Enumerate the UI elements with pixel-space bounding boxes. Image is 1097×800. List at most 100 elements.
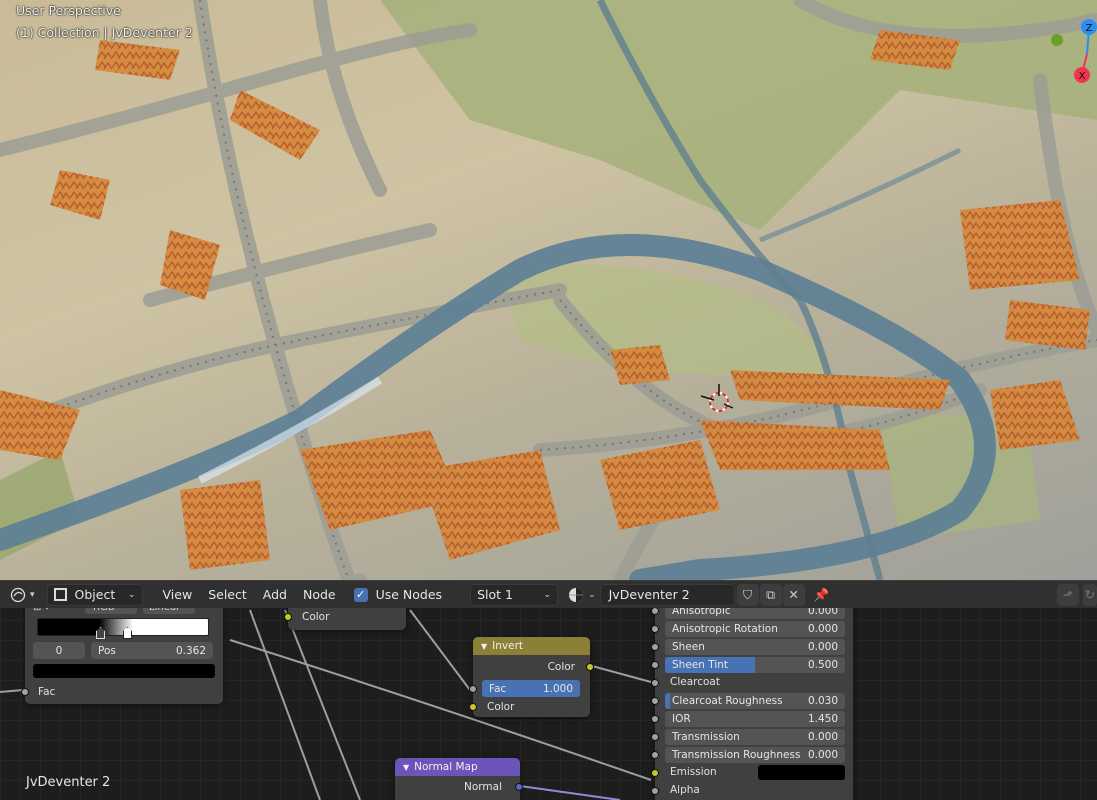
colorramp-pos-field[interactable]: Pos 0.362 — [91, 642, 213, 659]
node-editor-icon — [10, 587, 26, 602]
bsdf-emission-socket[interactable] — [651, 769, 659, 777]
bsdf-sheen-tint-field[interactable]: Sheen Tint 0.500 — [665, 657, 845, 673]
invert-color-label: Color — [487, 701, 515, 713]
invert-fac-field[interactable]: Fac 1.000 — [482, 680, 580, 697]
colorramp-pos-value: 0.362 — [175, 644, 206, 657]
colorramp-fac-label: Fac — [38, 686, 56, 698]
gizmo-y-dot[interactable] — [1045, 30, 1065, 50]
bsdf-sheen-tint-value: 0.500 — [807, 659, 838, 671]
invert-color-socket[interactable] — [469, 703, 477, 711]
bsdf-alpha-socket[interactable] — [651, 787, 659, 795]
slot-select-label: Slot 1 — [477, 587, 513, 602]
bsdf-anisotropic-socket[interactable] — [651, 607, 659, 615]
menu-view[interactable]: View — [155, 584, 201, 606]
3d-viewport[interactable]: User Perspective (1) Collection | JvDeve… — [0, 0, 1097, 580]
chevron-down-icon: ▾ — [30, 589, 35, 600]
shader-node-editor[interactable]: ⊞ ▾ RGB Linear 0 Pos 0.362 Fac Color ▼ I… — [0, 580, 1097, 800]
invert-color-row: Color — [473, 698, 590, 716]
material-browse-button[interactable]: ⌄ — [566, 584, 598, 606]
bsdf-ior-socket[interactable] — [651, 715, 659, 723]
invert-fac-value: 1.000 — [542, 682, 573, 695]
checkbox-checked-icon[interactable]: ✓ — [353, 587, 368, 602]
normal-map-node-title: Normal Map — [414, 761, 478, 773]
bsdf-clearcoat-label: Clearcoat — [670, 676, 720, 688]
colorramp-color-swatch[interactable] — [33, 664, 215, 678]
invert-output-socket[interactable] — [586, 663, 594, 671]
material-sphere-icon — [569, 587, 584, 602]
gizmo-x-label: X — [1079, 71, 1086, 82]
colorramp-fac-row: Fac — [25, 683, 223, 701]
invert-node-title: Invert — [492, 640, 524, 652]
invert-output-label: Color — [547, 661, 575, 673]
bsdf-clearcoat-socket[interactable] — [651, 679, 659, 687]
colorramp-fac-socket[interactable] — [21, 688, 29, 696]
normal-map-node-header[interactable]: ▼ Normal Map — [395, 758, 520, 776]
gizmo-z-label: Z — [1086, 23, 1093, 34]
material-name-field[interactable]: JvDeventer 2 — [599, 583, 735, 606]
viewport-perspective-label: User Perspective — [16, 3, 121, 18]
colorramp-pos-label: Pos — [98, 644, 116, 657]
normal-map-node[interactable]: ▼ Normal Map Normal — [395, 758, 523, 800]
bsdf-clearcoat-roughness-fill — [665, 693, 671, 709]
partial-node-color-socket[interactable] — [284, 613, 292, 621]
bsdf-transmission-roughness-field[interactable]: Transmission Roughness 0.000 — [665, 747, 845, 763]
bsdf-anisotropic-rotation-field[interactable]: Anisotropic Rotation 0.000 — [665, 621, 845, 637]
bsdf-clearcoat-roughness-label: Clearcoat Roughness — [672, 695, 783, 707]
bsdf-transmission-socket[interactable] — [651, 733, 659, 741]
bsdf-transmission-label: Transmission — [672, 731, 740, 743]
normal-map-output-row: Normal — [395, 778, 520, 796]
menu-node[interactable]: Node — [295, 584, 344, 606]
material-label: JvDeventer 2 — [26, 775, 111, 790]
node-editor-header: ▾ Object ⌄ View Select Add Node ✓ Use Nodes… — [0, 580, 1097, 608]
fake-user-shield-icon[interactable]: ⛉ — [736, 583, 759, 606]
partial-node-output-label: Color — [302, 611, 330, 623]
colorramp-index-field[interactable]: 0 — [33, 642, 85, 659]
mode-select-label: Object — [74, 587, 116, 602]
chevron-down-icon: ⌄ — [543, 589, 552, 600]
navigation-gizmo[interactable]: Z X — [1067, 14, 1097, 84]
colorramp-node[interactable]: ⊞ ▾ RGB Linear 0 Pos 0.362 Fac — [21, 600, 223, 704]
invert-output-row: Color — [473, 658, 590, 676]
editor-type-select[interactable]: ▾ — [6, 584, 39, 606]
3d-cursor-icon — [700, 384, 734, 412]
use-nodes-toggle[interactable]: ✓ Use Nodes — [353, 584, 442, 606]
close-icon[interactable]: ✕ — [782, 583, 805, 606]
bsdf-sheen-socket[interactable] — [651, 643, 659, 651]
bsdf-alpha-label: Alpha — [670, 784, 700, 796]
bsdf-clearcoat-roughness-socket[interactable] — [651, 697, 659, 705]
bsdf-clearcoat-roughness-field[interactable]: Clearcoat Roughness 0.030 — [665, 693, 845, 709]
pin-icon[interactable]: 📌 — [811, 584, 833, 606]
collapse-arrow-icon[interactable]: ▼ — [403, 763, 409, 772]
normal-map-output-socket[interactable] — [515, 783, 523, 791]
invert-fac-socket[interactable] — [469, 685, 477, 693]
bsdf-transmission-roughness-label: Transmission Roughness — [672, 749, 801, 761]
bsdf-emission-color-swatch[interactable] — [758, 765, 845, 780]
bsdf-clearcoat-roughness-value: 0.030 — [807, 695, 838, 707]
bsdf-ior-field[interactable]: IOR 1.450 — [665, 711, 845, 727]
invert-node[interactable]: ▼ Invert Color Fac 1.000 Color — [469, 637, 594, 717]
bsdf-sheen-field[interactable]: Sheen 0.000 — [665, 639, 845, 655]
menu-select[interactable]: Select — [200, 584, 255, 606]
normal-map-output-label: Normal — [464, 781, 502, 793]
bsdf-transmission-roughness-socket[interactable] — [651, 751, 659, 759]
slot-select[interactable]: Slot 1 ⌄ — [470, 583, 559, 606]
bsdf-transmission-field[interactable]: Transmission 0.000 — [665, 729, 845, 745]
bsdf-ior-label: IOR — [672, 713, 691, 725]
chevron-down-icon: ⌄ — [588, 589, 596, 600]
bsdf-sheen-value: 0.000 — [807, 641, 838, 653]
bsdf-ior-value: 1.450 — [807, 713, 838, 725]
bsdf-transmission-value: 0.000 — [807, 731, 838, 743]
bsdf-sheen-label: Sheen — [672, 641, 705, 653]
map-texture — [0, 0, 1097, 580]
mode-select[interactable]: Object ⌄ — [46, 583, 143, 606]
collapse-arrow-icon[interactable]: ▼ — [481, 642, 487, 651]
bsdf-sheen-tint-socket[interactable] — [651, 661, 659, 669]
object-mode-icon — [53, 588, 67, 601]
partial-node-color-row: Color — [288, 608, 406, 626]
invert-node-header[interactable]: ▼ Invert — [473, 637, 590, 655]
duplicate-material-icon[interactable]: ⧉ — [759, 583, 782, 606]
parent-node-tree-icon[interactable]: ⬏ — [1057, 583, 1079, 606]
overlay-toggle-icon[interactable]: ↻ — [1083, 583, 1097, 606]
menu-add[interactable]: Add — [255, 584, 295, 606]
bsdf-anisotropic-rotation-socket[interactable] — [651, 625, 659, 633]
